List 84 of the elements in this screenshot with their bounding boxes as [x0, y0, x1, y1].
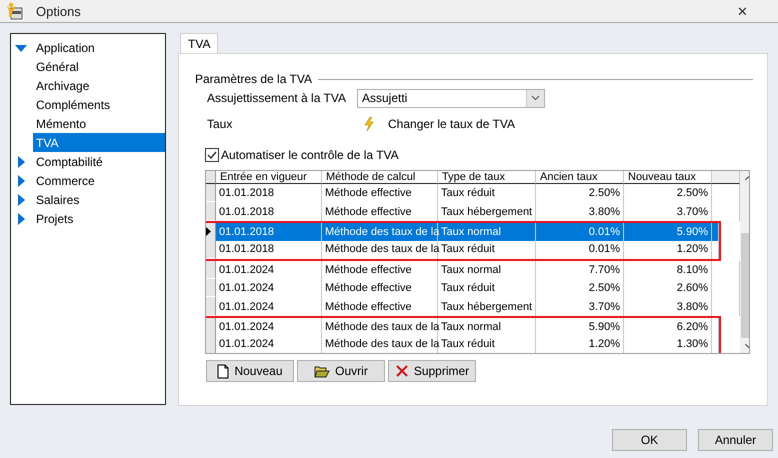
change-rate-link[interactable]: Changer le taux de TVA — [388, 117, 515, 131]
table-cell: 01.01.2024 — [216, 297, 322, 316]
table-cell: Méthode des taux de la — [322, 240, 438, 259]
table-cell: Méthode effective — [322, 278, 438, 298]
tab[interactable]: TVA — [180, 33, 218, 53]
field-label: Taux — [207, 117, 234, 131]
dialog-button[interactable]: Annuler — [698, 429, 773, 451]
document-icon — [217, 364, 230, 378]
window-title: Options — [36, 4, 82, 18]
table-cell: Taux réduit — [438, 184, 536, 202]
table-cell: 3.80% — [536, 202, 624, 221]
table-cell: 0.01% — [536, 240, 624, 259]
chevron-down-icon — [531, 95, 540, 101]
new-button[interactable]: Nouveau — [206, 360, 294, 382]
expand-triangle-icon[interactable] — [15, 156, 27, 168]
open-button[interactable]: Ouvrir — [297, 360, 385, 382]
table-cell: 2.60% — [624, 278, 712, 298]
table-cell: 5.90% — [536, 318, 624, 336]
table-cell: 7.70% — [536, 260, 624, 279]
tree-item[interactable]: Compléments — [33, 95, 114, 114]
tree-item[interactable]: Comptabilité — [33, 152, 106, 171]
table-cell: 3.70% — [536, 297, 624, 316]
table-cell: Taux réduit — [438, 278, 536, 298]
app-icon — [6, 2, 24, 20]
table-cell: Méthode des taux de la — [322, 335, 438, 353]
tree-item[interactable]: Mémento — [33, 114, 90, 133]
row-header[interactable] — [206, 222, 216, 242]
table-cell: Taux hébergement — [438, 202, 536, 221]
column-header[interactable]: Entrée en vigueur — [216, 171, 322, 184]
column-header[interactable]: Méthode de calcul — [322, 171, 438, 184]
table-cell: Taux normal — [438, 318, 536, 336]
tree-item[interactable]: TVA — [33, 133, 165, 152]
lightning-icon — [364, 117, 374, 131]
table-cell: Méthode des taux de la — [322, 318, 438, 336]
checkmark-icon — [207, 150, 217, 160]
table-cell: Taux hébergement — [438, 297, 536, 316]
field-label: Assujettissement à la TVA — [207, 91, 347, 105]
table-cell: 8.10% — [624, 260, 712, 279]
tree-item[interactable]: Salaires — [33, 190, 82, 209]
table-cell: 2.50% — [624, 184, 712, 202]
table-cell: 2.50% — [536, 184, 624, 202]
tree-item[interactable]: Général — [33, 57, 82, 76]
delete-button[interactable]: Supprimer — [388, 360, 476, 382]
tree-item[interactable]: Archivage — [33, 76, 92, 95]
table-cell: Taux normal — [438, 222, 536, 242]
group-title: Paramètres de la TVA — [195, 72, 312, 86]
table-cell: 01.01.2024 — [216, 335, 322, 353]
table-cell: 01.01.2018 — [216, 202, 322, 221]
dialog-button[interactable]: OK — [612, 429, 687, 451]
table-cell: 0.01% — [536, 222, 624, 242]
expand-triangle-icon[interactable] — [15, 212, 27, 224]
expand-triangle-icon[interactable] — [15, 194, 27, 206]
table-cell: Méthode effective — [322, 297, 438, 316]
expand-triangle-icon[interactable] — [15, 174, 27, 186]
table-cell: 6.20% — [624, 318, 712, 336]
table-cell: 1.20% — [624, 240, 712, 259]
table-cell: Méthode effective — [322, 184, 438, 202]
table-cell: Méthode effective — [322, 260, 438, 279]
folder-icon — [314, 364, 330, 378]
table-cell: 01.01.2018 — [216, 184, 322, 202]
tree-item[interactable]: Application — [33, 38, 98, 57]
table-cell: Taux normal — [438, 260, 536, 279]
table-cell: 3.70% — [624, 202, 712, 221]
table-cell: 1.20% — [536, 335, 624, 353]
table-cell: 01.01.2018 — [216, 240, 322, 259]
tree-item[interactable]: Projets — [33, 209, 76, 228]
subject-dropdown[interactable]: Assujetti — [357, 88, 545, 108]
table-cell: 01.01.2024 — [216, 260, 322, 279]
table-cell: 3.80% — [624, 297, 712, 316]
corner-header[interactable] — [206, 171, 216, 184]
table-cell: 5.90% — [624, 222, 712, 242]
delete-x-icon — [394, 364, 409, 378]
close-button[interactable]: ✕ — [731, 4, 754, 18]
table-cell: 1.30% — [624, 335, 712, 353]
auto-control-checkbox[interactable]: Automatiser le contrôle de la TVA — [205, 148, 767, 162]
table-cell: 01.01.2024 — [216, 278, 322, 298]
table-cell: Taux réduit — [438, 240, 536, 259]
row-pointer-icon — [206, 226, 211, 236]
column-header[interactable]: Ancien taux — [536, 171, 624, 184]
table-cell: 2.50% — [536, 278, 624, 298]
table-cell: Méthode effective — [322, 202, 438, 221]
table-cell: Taux réduit — [438, 335, 536, 353]
column-header[interactable]: Type de taux — [438, 171, 536, 184]
tree-item[interactable]: Commerce — [33, 171, 98, 190]
